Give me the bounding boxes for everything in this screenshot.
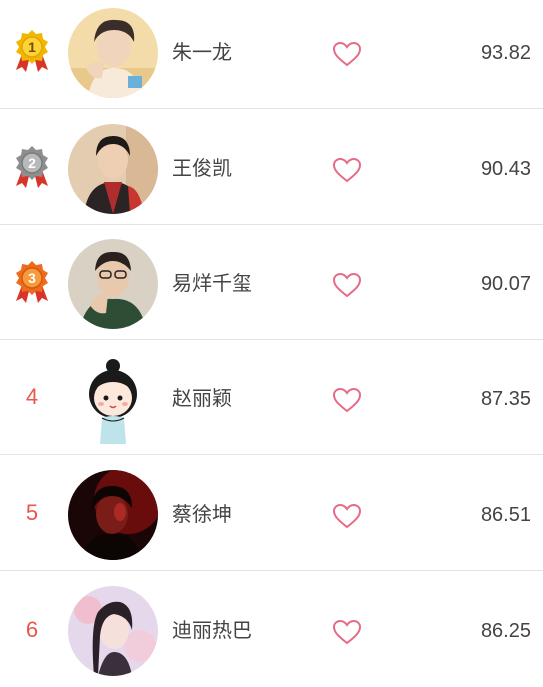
score-value: 86.51: [480, 504, 531, 526]
rank-badge: 3: [6, 225, 58, 339]
score-value: 93.82: [480, 42, 531, 64]
avatar[interactable]: [68, 239, 158, 329]
score-value: 87.35: [480, 388, 531, 410]
heart-icon[interactable]: [332, 503, 362, 529]
portrait-photo: [68, 470, 158, 560]
rank-badge: 2: [6, 110, 58, 224]
avatar[interactable]: [68, 124, 158, 214]
rank-label: 5: [6, 456, 58, 570]
celebrity-name: 易烊千玺: [172, 273, 252, 295]
rank-number: 6: [25, 616, 39, 642]
rank-label: 6: [6, 572, 58, 687]
heart-icon[interactable]: [332, 157, 362, 183]
heart-icon[interactable]: [332, 387, 362, 413]
celebrity-name: 朱一龙: [172, 42, 232, 64]
ranking-row-2[interactable]: 2 王俊凯 90.43: [0, 110, 543, 225]
portrait-photo: [68, 586, 158, 676]
heart-icon[interactable]: [332, 41, 362, 67]
avatar[interactable]: [68, 8, 158, 98]
cartoon-girl-avatar: [68, 354, 158, 444]
avatar[interactable]: [68, 586, 158, 676]
rank-badge-number: 3: [28, 270, 36, 286]
avatar[interactable]: [68, 470, 158, 560]
ranking-row-1[interactable]: 1 朱一龙 93.82: [0, 0, 543, 109]
celebrity-name: 蔡徐坤: [172, 504, 232, 526]
rank-label: 4: [6, 340, 58, 454]
bronze-medal-icon: 3: [16, 261, 48, 303]
rank-number: 5: [25, 500, 39, 525]
ranking-row-6[interactable]: 6 迪丽热巴 86.25: [0, 572, 543, 687]
score-value: 90.07: [480, 273, 531, 295]
ranking-row-4[interactable]: 4 赵丽颖 87.35: [0, 340, 543, 455]
ranking-row-3[interactable]: 3 易烊千玺 90.07: [0, 225, 543, 340]
ranking-row-5[interactable]: 5 蔡徐坤 86.51: [0, 456, 543, 571]
rank-number: 4: [25, 384, 39, 409]
celebrity-name: 赵丽颖: [172, 388, 232, 410]
rank-badge: 1: [6, 0, 58, 108]
portrait-photo: [68, 239, 158, 329]
ranking-list: 1 朱一龙 93.82 2 王俊凯 90.43 3 易烊千玺 90.07 4 赵…: [0, 0, 543, 687]
heart-icon[interactable]: [332, 619, 362, 645]
score-value: 86.25: [480, 620, 531, 642]
rank-badge-number: 2: [28, 155, 36, 171]
celebrity-name: 王俊凯: [172, 158, 232, 180]
portrait-photo: [68, 124, 158, 214]
score-value: 90.43: [480, 158, 531, 180]
rank-badge-number: 1: [28, 39, 36, 55]
gold-medal-icon: 1: [16, 30, 48, 72]
avatar[interactable]: [68, 354, 158, 444]
portrait-photo: [68, 8, 158, 98]
celebrity-name: 迪丽热巴: [172, 620, 252, 642]
heart-icon[interactable]: [332, 272, 362, 298]
silver-medal-icon: 2: [16, 146, 48, 188]
